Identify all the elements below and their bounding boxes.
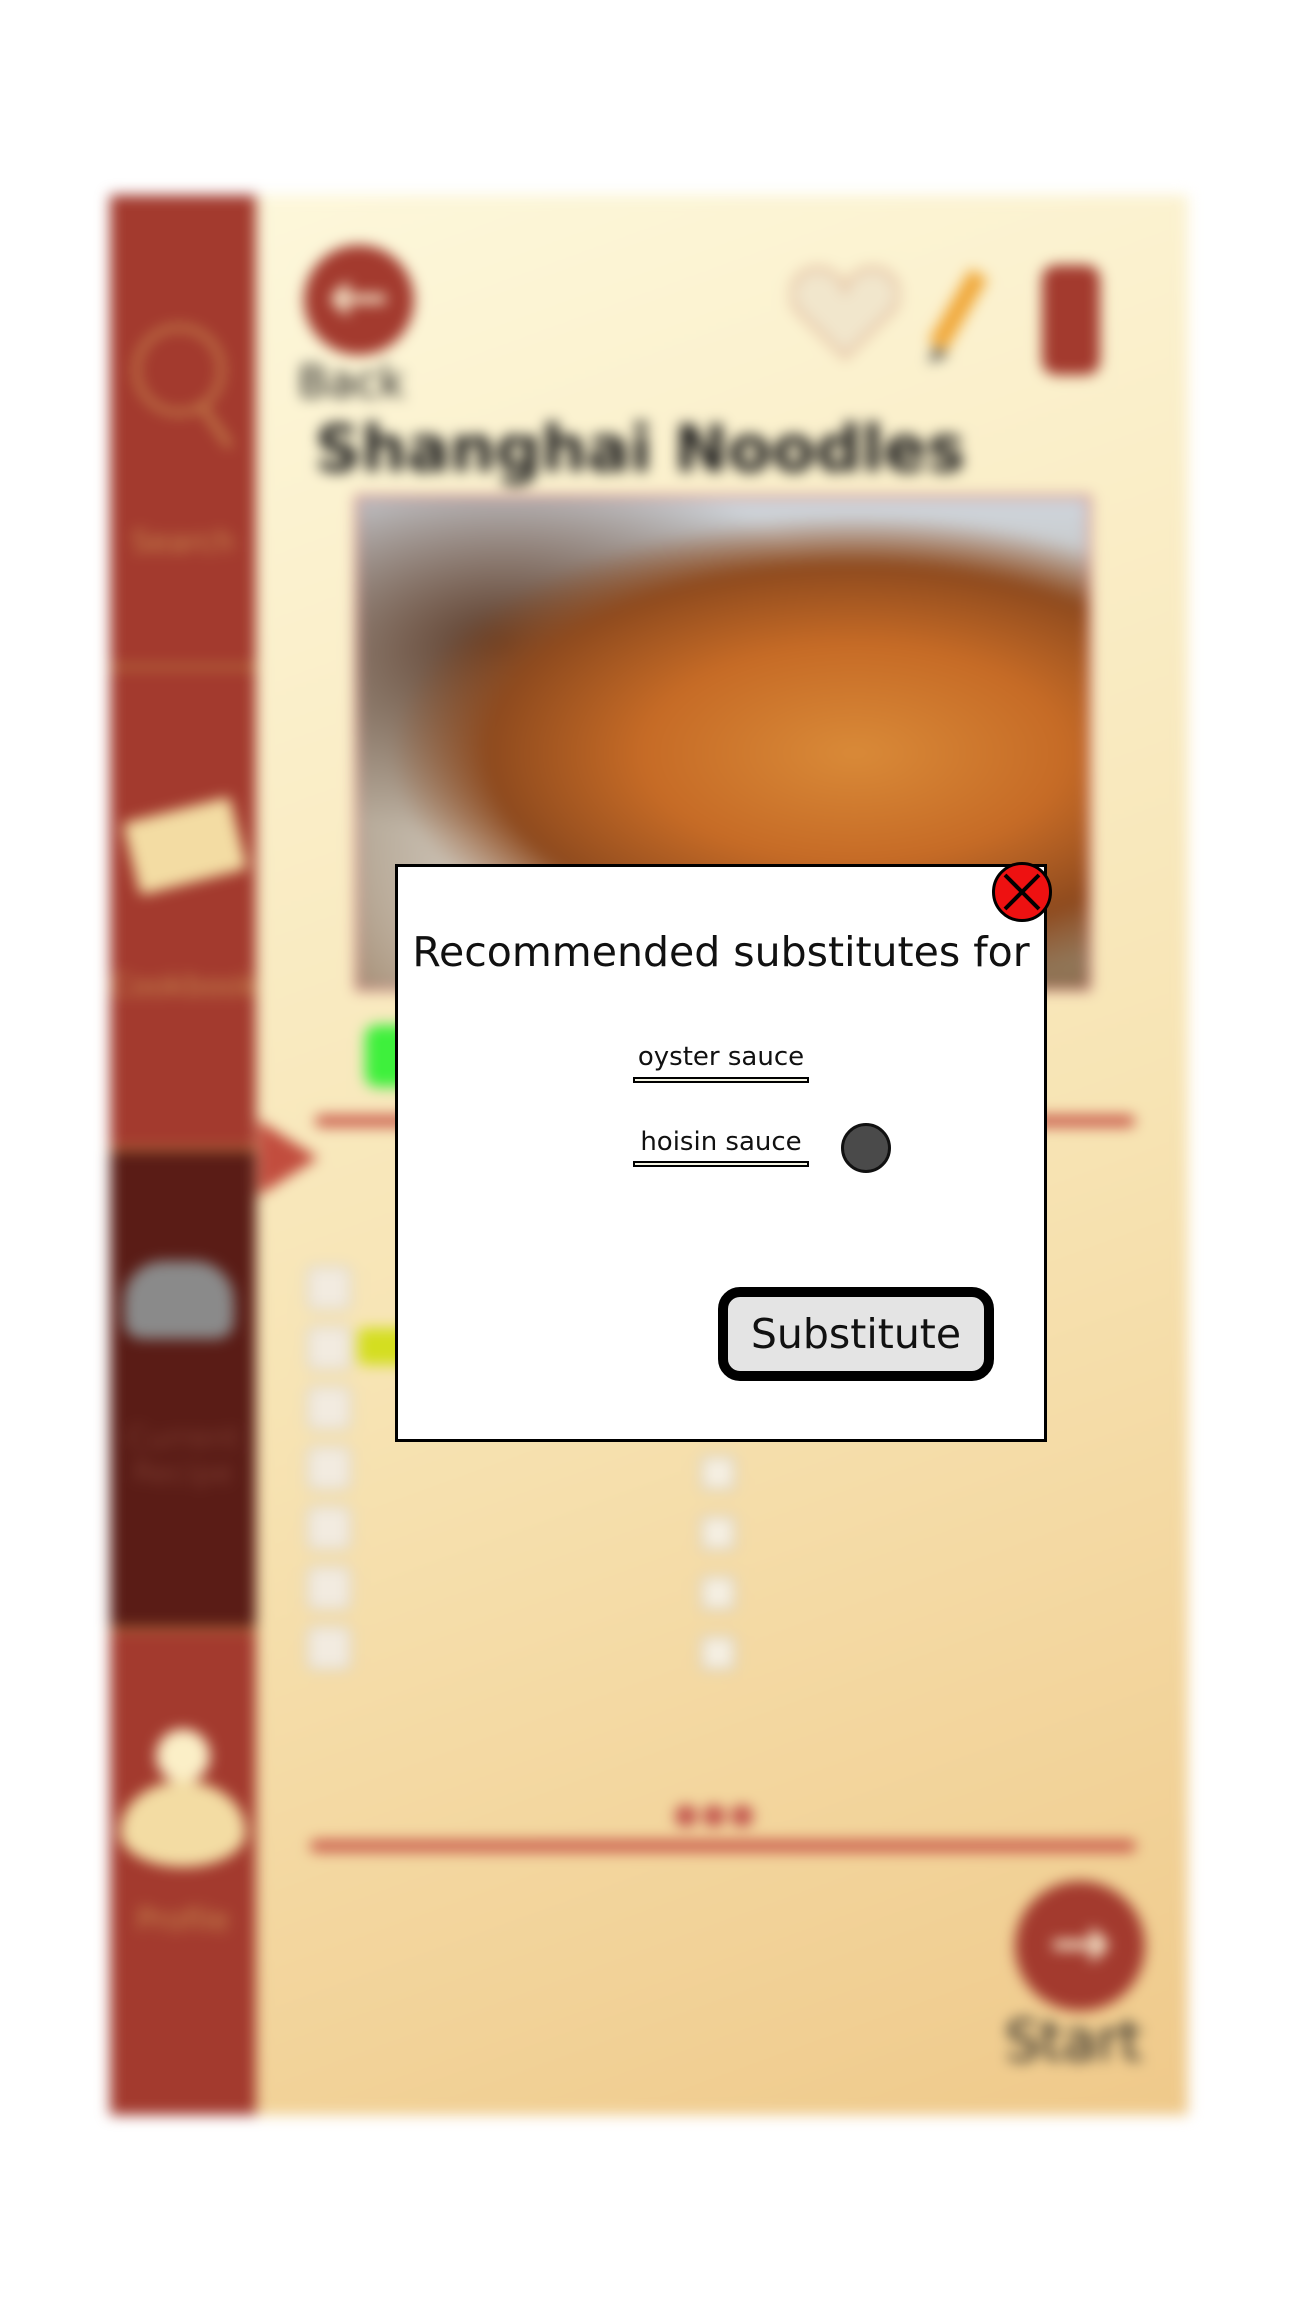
- dialog-heading: Recommended substitutes for: [412, 928, 1030, 976]
- close-icon: [1003, 873, 1041, 911]
- substitute-radio-button[interactable]: [841, 1123, 891, 1173]
- substitute-option-underline: [633, 1161, 809, 1167]
- original-ingredient-underline: [633, 1077, 809, 1083]
- original-ingredient: oyster sauce: [637, 1042, 805, 1072]
- substitute-button[interactable]: Substitute: [718, 1287, 994, 1381]
- modal-overlay: Recommended substitutes for oyster sauce…: [0, 0, 1296, 2304]
- substitute-option[interactable]: hoisin sauce: [633, 1127, 809, 1157]
- close-button[interactable]: [992, 862, 1052, 922]
- substitute-dialog: Recommended substitutes for oyster sauce…: [395, 864, 1047, 1442]
